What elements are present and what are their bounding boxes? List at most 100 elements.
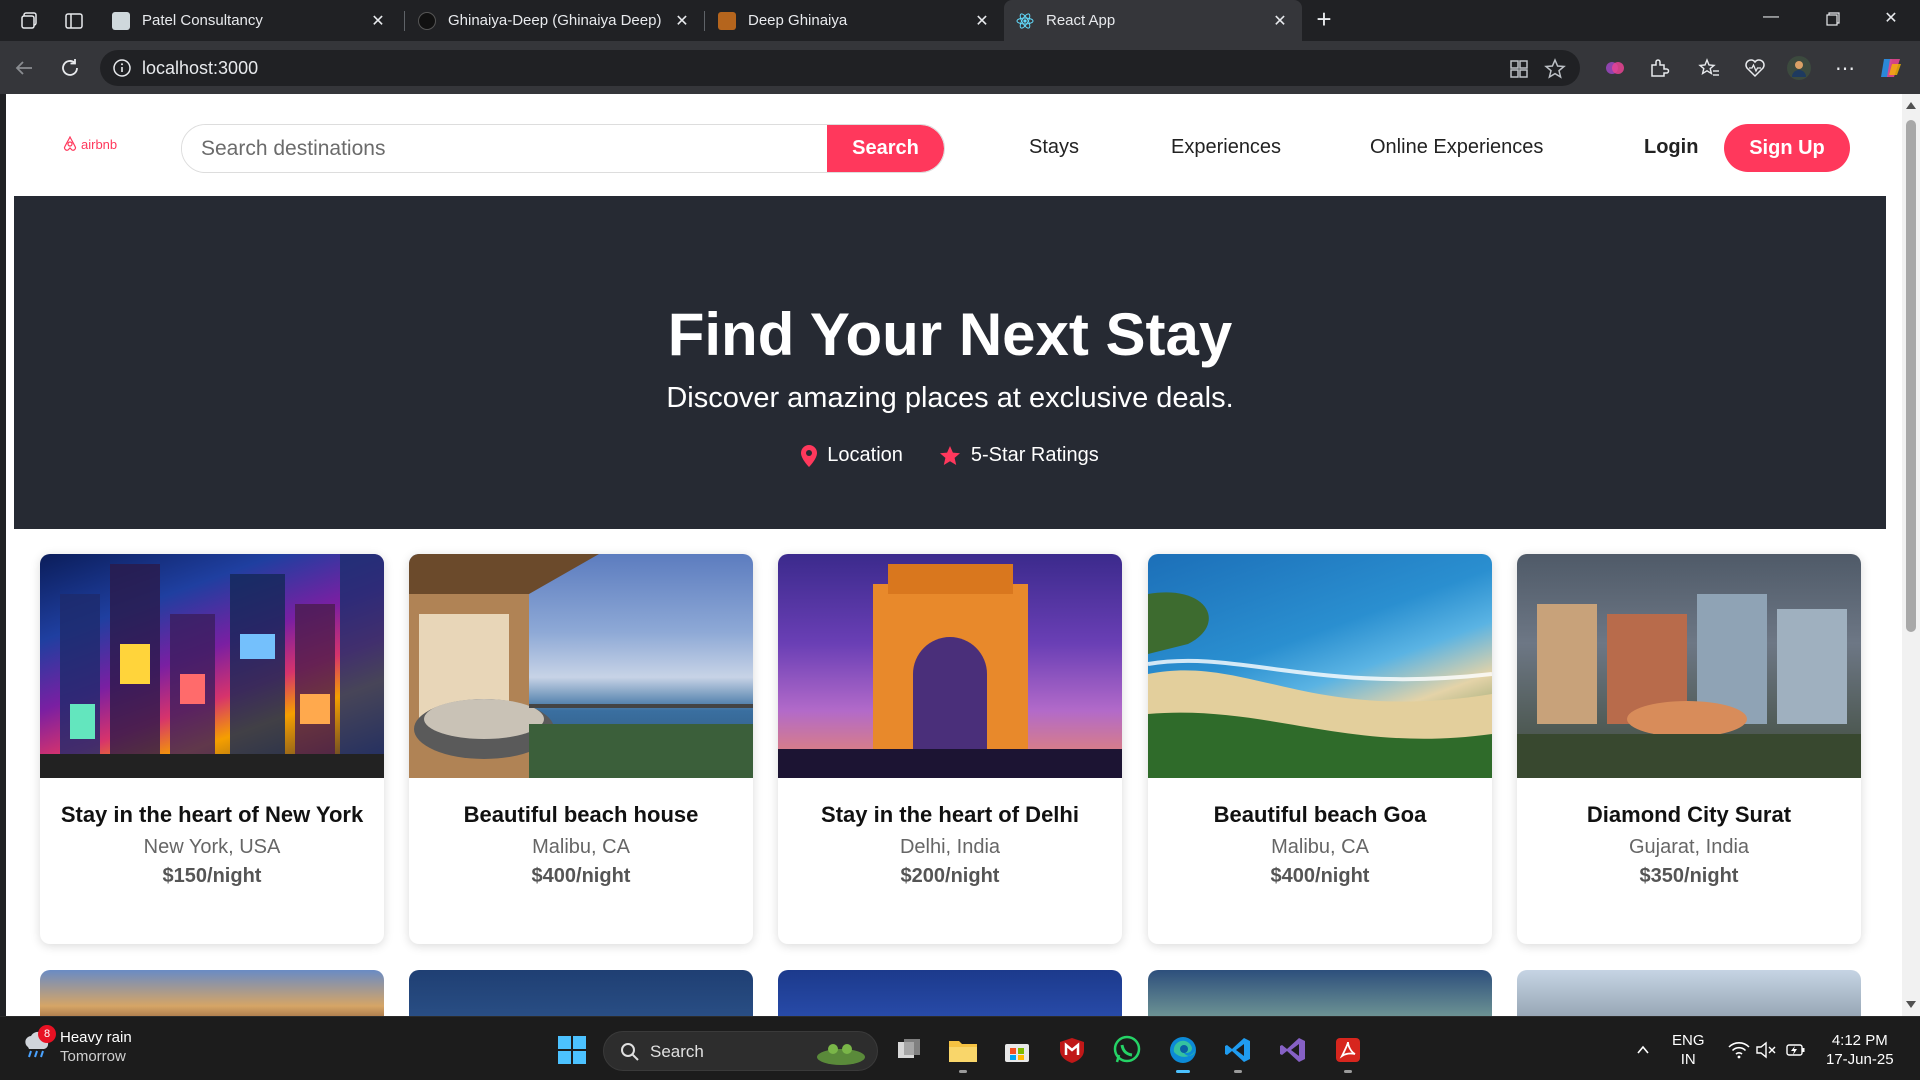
url-text: localhost:3000 [142, 58, 259, 78]
listing-card[interactable]: Beautiful beach Goa Malibu, CA $400/nigh… [1148, 554, 1492, 944]
sign-up-button[interactable]: Sign Up [1724, 124, 1850, 172]
search-bar: Search [181, 124, 945, 173]
windows-start-icon[interactable] [555, 1033, 589, 1067]
tab-github-profile[interactable]: Ghinaiya-Deep (Ghinaiya Deep) ✕ [406, 0, 704, 41]
mcafee-icon[interactable] [1055, 1033, 1089, 1067]
visual-studio-icon[interactable] [1276, 1033, 1310, 1067]
feature-ratings: 5-Star Ratings [939, 444, 1099, 467]
scrollbar-thumb[interactable] [1906, 120, 1916, 632]
listing-card-image-partial[interactable] [1148, 970, 1492, 1016]
browser-essentials-icon[interactable] [1742, 55, 1768, 81]
listing-location: New York, USA [143, 836, 281, 858]
search-button[interactable]: Search [827, 125, 944, 172]
restore-icon[interactable] [1810, 8, 1856, 34]
search-input[interactable] [182, 125, 816, 172]
show-hidden-icons-chevron-icon[interactable] [1626, 1033, 1660, 1067]
listing-card[interactable]: Diamond City Surat Gujarat, India $350/n… [1517, 554, 1861, 944]
listing-card-image-partial[interactable] [40, 970, 384, 1016]
react-icon [1016, 12, 1034, 30]
listing-title[interactable]: Stay in the heart of New York [40, 802, 384, 828]
tab-title: React App [1046, 12, 1116, 29]
tab-divider [704, 11, 705, 31]
input-language[interactable]: ENG IN [1672, 1031, 1705, 1069]
scroll-down-arrow-icon[interactable] [1906, 1001, 1916, 1008]
app-available-icon[interactable] [1508, 58, 1530, 80]
listing-location: Delhi, India [899, 836, 1001, 858]
workspaces-icon[interactable] [18, 9, 42, 33]
whatsapp-icon[interactable] [1110, 1033, 1144, 1067]
window-edge [0, 94, 6, 1016]
copilot-brain-icon[interactable] [1602, 55, 1628, 81]
listing-title[interactable]: Beautiful beach Goa [1148, 802, 1492, 828]
nav-link-online-experiences[interactable]: Online Experiences [1370, 136, 1543, 159]
running-indicator [959, 1070, 967, 1073]
briefcase-icon [718, 11, 736, 30]
listing-price: $400/night [531, 865, 631, 887]
feature-label: Location [827, 444, 903, 466]
refresh-icon[interactable] [56, 54, 84, 82]
listing-card-image-partial[interactable] [409, 970, 753, 1016]
login-link[interactable]: Login [1644, 136, 1698, 159]
weather-widget[interactable]: 8 Heavy rain Tomorrow [22, 1025, 132, 1065]
task-view-icon[interactable] [892, 1033, 926, 1067]
listing-card-image-partial[interactable] [778, 970, 1122, 1016]
microsoft-edge-icon[interactable] [1166, 1033, 1200, 1073]
page-scrollbar[interactable] [1902, 94, 1920, 1016]
close-tab-icon[interactable]: ✕ [972, 11, 992, 31]
adobe-acrobat-icon[interactable] [1331, 1033, 1365, 1073]
favorite-star-icon[interactable] [1544, 58, 1566, 80]
close-tab-icon[interactable]: ✕ [1270, 11, 1290, 31]
tab-title: Deep Ghinaiya [748, 12, 848, 29]
site-navbar: airbnb Search Stays Experiences Online E… [14, 94, 1886, 196]
more-options-icon[interactable]: ⋯ [1832, 55, 1858, 81]
listing-card-image-partial[interactable] [1517, 970, 1861, 1016]
listing-title[interactable]: Beautiful beach house [409, 802, 753, 828]
nav-link-experiences[interactable]: Experiences [1171, 136, 1281, 159]
tab-deep-ghinaiya[interactable]: Deep Ghinaiya ✕ [706, 0, 1004, 41]
favorites-icon[interactable] [1696, 55, 1722, 81]
feature-label: 5-Star Ratings [970, 444, 1099, 466]
address-bar[interactable]: localhost:3000 [100, 50, 1580, 86]
listing-card[interactable]: Beautiful beach house Malibu, CA $400/ni… [409, 554, 753, 944]
nav-link-stays[interactable]: Stays [1029, 136, 1079, 159]
vertical-tabs-icon[interactable] [62, 9, 86, 33]
scroll-up-arrow-icon[interactable] [1906, 102, 1916, 109]
battery-charging-icon[interactable] [1778, 1033, 1812, 1067]
listing-card[interactable]: Stay in the heart of Delhi Delhi, India … [778, 554, 1122, 944]
profile-avatar[interactable] [1786, 55, 1812, 81]
listing-card[interactable]: Stay in the heart of New York New York, … [40, 554, 384, 944]
back-arrow-icon[interactable] [10, 54, 38, 82]
airbnb-logo[interactable]: airbnb [62, 136, 117, 152]
tab-patel-consultancy[interactable]: Patel Consultancy ✕ [100, 0, 400, 41]
file-explorer-icon[interactable] [946, 1033, 980, 1073]
listing-image[interactable] [409, 554, 753, 778]
close-window-icon[interactable]: ✕ [1868, 8, 1914, 34]
microsoft-store-icon[interactable] [1000, 1033, 1034, 1067]
copilot-icon[interactable] [1878, 55, 1904, 81]
tab-react-app[interactable]: React App ✕ [1004, 0, 1302, 41]
tab-title: Ghinaiya-Deep (Ghinaiya Deep) [448, 12, 662, 29]
running-indicator [1344, 1070, 1352, 1073]
close-tab-icon[interactable]: ✕ [368, 11, 388, 31]
listing-title[interactable]: Diamond City Surat [1517, 802, 1861, 828]
tab-title: Patel Consultancy [142, 12, 263, 29]
web-page-viewport[interactable]: airbnb Search Stays Experiences Online E… [0, 94, 1920, 1016]
minimize-icon[interactable]: — [1748, 8, 1794, 34]
taskbar-search-label: Search [650, 1042, 704, 1061]
windows-taskbar: 8 Heavy rain Tomorrow Search ENG IN 4:12… [0, 1016, 1920, 1080]
listing-image[interactable] [1517, 554, 1861, 778]
listing-image[interactable] [1148, 554, 1492, 778]
active-indicator [1176, 1070, 1190, 1073]
listing-image[interactable] [778, 554, 1122, 778]
extensions-icon[interactable] [1646, 55, 1672, 81]
close-tab-icon[interactable]: ✕ [672, 11, 692, 31]
site-info-icon[interactable] [112, 58, 132, 78]
system-clock[interactable]: 4:12 PM 17-Jun-25 [1826, 1031, 1894, 1069]
tab-divider [404, 11, 405, 31]
listing-location: Malibu, CA [1271, 836, 1369, 858]
vs-code-icon[interactable] [1221, 1033, 1255, 1073]
new-tab-icon[interactable]: + [1310, 6, 1338, 34]
listing-image[interactable] [40, 554, 384, 778]
listing-title[interactable]: Stay in the heart of Delhi [778, 802, 1122, 828]
taskbar-search-box[interactable]: Search [603, 1031, 878, 1071]
